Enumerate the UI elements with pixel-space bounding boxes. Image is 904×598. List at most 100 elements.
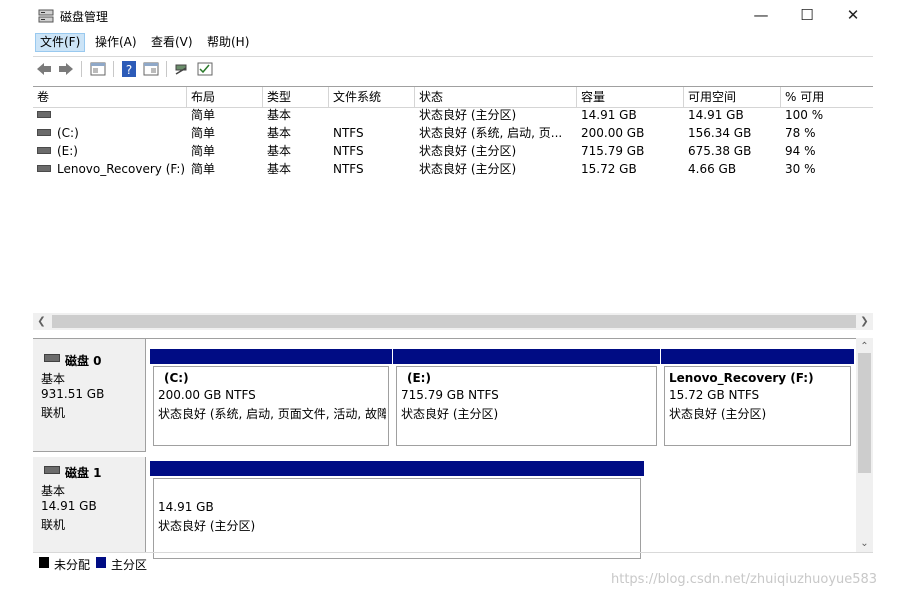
table-row[interactable]: (C:) 简单 基本 NTFS 状态良好 (系统, 启动, 页... 200.0…	[33, 124, 873, 142]
volume-pct: 100 %	[785, 108, 824, 122]
volume-pct: 30 %	[785, 162, 816, 176]
volume-type: 基本	[267, 144, 292, 158]
table-row[interactable]: 简单 基本 状态良好 (主分区) 14.91 GB 14.91 GB 100 %	[33, 106, 873, 124]
table-row[interactable]: (E:) 简单 基本 NTFS 状态良好 (主分区) 715.79 GB 675…	[33, 142, 873, 160]
maximize-button[interactable]: ☐	[784, 0, 830, 32]
disk-icon	[44, 466, 60, 474]
volume-capacity: 715.79 GB	[581, 144, 645, 158]
partition-label: (C:)	[164, 371, 189, 385]
disk-size: 931.51 GB	[41, 387, 105, 401]
vertical-scrollbar[interactable]: ⌃ ⌄	[856, 338, 873, 552]
column-filesystem[interactable]: 文件系统	[329, 87, 415, 107]
column-free-space[interactable]: 可用空间	[684, 87, 781, 107]
partition-bar	[150, 461, 644, 476]
close-button[interactable]: ✕	[830, 0, 876, 32]
partition-e[interactable]: (E:) 715.79 GB NTFS 状态良好 (主分区)	[393, 349, 660, 448]
disk-type: 基本	[41, 372, 66, 386]
scroll-left-icon[interactable]: ❮	[33, 313, 50, 330]
volume-fs: NTFS	[333, 144, 364, 158]
scroll-thumb[interactable]	[52, 315, 856, 328]
column-type[interactable]: 类型	[263, 87, 329, 107]
partition-size: 200.00 GB NTFS	[158, 388, 256, 402]
volume-type: 基本	[267, 126, 292, 140]
partition-c[interactable]: (C:) 200.00 GB NTFS 状态良好 (系统, 启动, 页面文件, …	[150, 349, 392, 448]
volume-layout: 简单	[191, 162, 216, 176]
menu-help[interactable]: 帮助(H)	[203, 34, 253, 51]
volume-icon	[37, 165, 51, 172]
disk-management-icon	[38, 9, 54, 23]
volume-free: 675.38 GB	[688, 144, 752, 158]
menu-action[interactable]: 操作(A)	[91, 34, 141, 51]
partition-status: 状态良好 (主分区)	[158, 519, 256, 533]
volume-icon	[37, 147, 51, 154]
disk-1-label[interactable]: 磁盘 1 基本 14.91 GB 联机	[33, 457, 146, 553]
volume-capacity: 200.00 GB	[581, 126, 645, 140]
volume-fs	[329, 106, 415, 124]
horizontal-scrollbar[interactable]: ❮ ❯	[33, 313, 873, 330]
disk-icon	[44, 354, 60, 362]
help-icon[interactable]: ?	[120, 60, 138, 78]
volume-layout: 简单	[191, 144, 216, 158]
minimize-button[interactable]: —	[738, 0, 784, 32]
disk-type: 基本	[41, 484, 66, 498]
check-icon[interactable]	[196, 60, 214, 78]
volume-type: 基本	[267, 162, 292, 176]
connect-icon[interactable]	[173, 60, 191, 78]
volume-status: 状态良好 (主分区)	[419, 144, 517, 158]
scroll-right-icon[interactable]: ❯	[856, 313, 873, 330]
menu-file[interactable]: 文件(F)	[35, 33, 86, 52]
disk-size: 14.91 GB	[41, 499, 97, 513]
column-capacity[interactable]: 容量	[577, 87, 684, 107]
volume-layout: 简单	[191, 126, 216, 140]
scroll-thumb[interactable]	[858, 353, 871, 473]
volume-fs: NTFS	[333, 126, 364, 140]
disk-state: 联机	[41, 406, 66, 420]
legend-primary: 主分区	[111, 558, 148, 572]
table-row[interactable]: Lenovo_Recovery (F:) 简单 基本 NTFS 状态良好 (主分…	[33, 160, 873, 178]
volume-layout: 简单	[191, 108, 216, 122]
column-percent-free[interactable]: % 可用	[781, 87, 873, 107]
disk-state: 联机	[41, 518, 66, 532]
properties-icon[interactable]	[89, 60, 107, 78]
forward-icon[interactable]	[57, 60, 75, 78]
back-icon[interactable]	[35, 60, 53, 78]
watermark: https://blog.csdn.net/zhuiqiuzhuoyue583	[611, 572, 878, 587]
legend: 未分配 主分区	[33, 552, 873, 573]
volume-status: 状态良好 (系统, 启动, 页...	[419, 126, 563, 140]
menu-bar: 文件(F) 操作(A) 查看(V) 帮助(H)	[33, 32, 873, 53]
menu-view[interactable]: 查看(V)	[147, 34, 197, 51]
volume-pct: 78 %	[785, 126, 816, 140]
svg-text:?: ?	[126, 63, 132, 77]
volume-type: 基本	[267, 108, 292, 122]
volume-fs: NTFS	[333, 162, 364, 176]
column-volume[interactable]: 卷	[33, 87, 187, 107]
primary-partition-swatch	[96, 557, 106, 568]
disk-0-label[interactable]: 磁盘 0 基本 931.51 GB 联机	[33, 339, 146, 452]
volume-free: 156.34 GB	[688, 126, 752, 140]
window-title: 磁盘管理	[60, 10, 109, 24]
volume-name: Lenovo_Recovery (F:)	[57, 162, 186, 176]
partition-bar	[661, 349, 854, 364]
volume-free: 4.66 GB	[688, 162, 737, 176]
disk-map: 磁盘 0 基本 931.51 GB 联机 (C:) 200.00 GB NTFS…	[33, 338, 873, 559]
unallocated-swatch	[39, 557, 49, 568]
partition-f[interactable]: Lenovo_Recovery (F:) 15.72 GB NTFS 状态良好 …	[661, 349, 854, 448]
column-layout[interactable]: 布局	[187, 87, 263, 107]
legend-unallocated: 未分配	[54, 558, 91, 572]
toolbar: ?	[33, 56, 873, 81]
partition-status: 状态良好 (系统, 启动, 页面文件, 活动, 故障	[158, 407, 386, 421]
volume-free: 14.91 GB	[688, 108, 744, 122]
partition-size: 15.72 GB NTFS	[669, 388, 760, 402]
volume-status: 状态良好 (主分区)	[419, 162, 517, 176]
scroll-down-icon[interactable]: ⌄	[856, 535, 873, 552]
partition-disk1[interactable]: 14.91 GB 状态良好 (主分区)	[150, 461, 644, 561]
partition-label: (E:)	[407, 371, 431, 385]
toolbar-separator	[81, 61, 82, 77]
toolbar-separator	[113, 61, 114, 77]
volume-icon	[37, 129, 51, 136]
title-bar: 磁盘管理 — ☐ ✕	[0, 0, 904, 32]
partition-size: 715.79 GB NTFS	[401, 388, 499, 402]
column-status[interactable]: 状态	[415, 87, 577, 107]
view-icon[interactable]	[142, 60, 160, 78]
disk-name: 磁盘 0	[65, 354, 102, 368]
